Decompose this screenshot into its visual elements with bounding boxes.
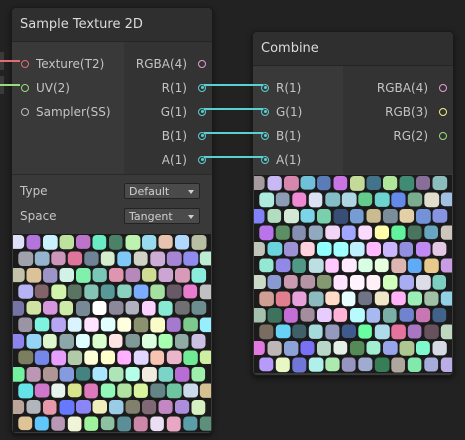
connection-wires xyxy=(0,60,263,158)
